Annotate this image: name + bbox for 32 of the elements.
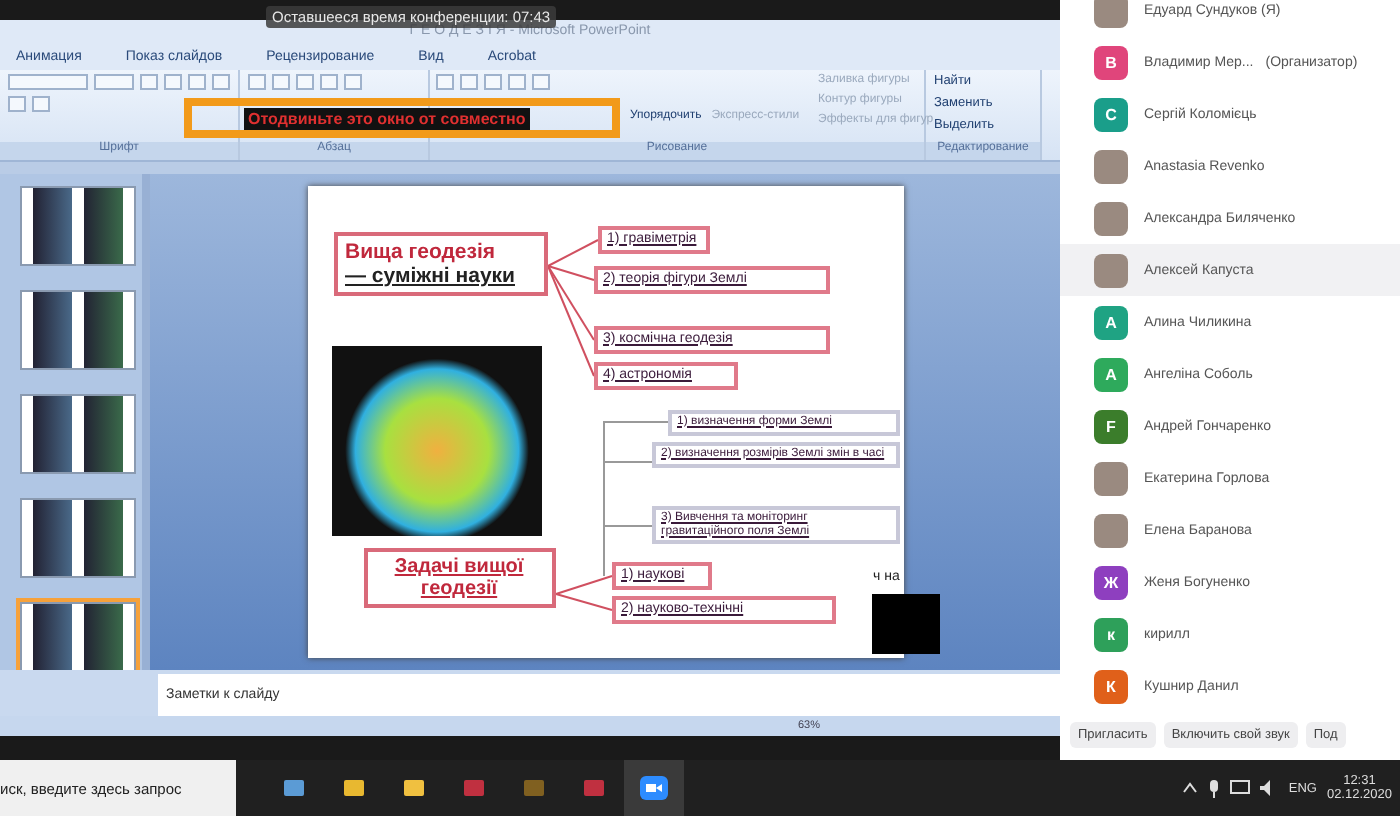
photo-placeholder xyxy=(1094,513,1128,547)
photo-placeholder xyxy=(1094,149,1128,183)
avatar: Ж xyxy=(1094,565,1128,599)
connector-line xyxy=(554,574,612,595)
slide-thumbnail[interactable] xyxy=(16,285,140,374)
avatar: к xyxy=(1094,617,1128,651)
avatar: В xyxy=(1094,45,1128,79)
avatar: К xyxy=(1094,669,1128,703)
slide-subtitle: — суміжні науки xyxy=(345,263,517,288)
photo-placeholder xyxy=(1094,0,1128,27)
photo-placeholder xyxy=(1094,201,1128,235)
avatar: А xyxy=(1094,357,1128,391)
photo-placeholder xyxy=(1094,461,1128,495)
slide-title: Вища геодезія xyxy=(345,239,498,264)
caret-icon[interactable] xyxy=(1182,782,1199,794)
video-camera-icon[interactable] xyxy=(624,760,684,816)
connector-line xyxy=(554,592,612,611)
photo-placeholder xyxy=(1094,253,1128,287)
slide-thumbnail[interactable] xyxy=(16,181,140,270)
microphone-icon[interactable] xyxy=(1208,779,1221,797)
monitor-icon[interactable] xyxy=(1230,780,1251,796)
format-tool-icon[interactable] xyxy=(8,74,88,91)
avatar: F xyxy=(1094,409,1128,443)
share-warning: Отодвиньте это окно от совместно xyxy=(244,107,530,129)
avatar: А xyxy=(1094,305,1128,339)
redacted-block xyxy=(871,593,939,654)
format-tool-icon[interactable] xyxy=(94,74,134,91)
slide-thumbnail[interactable] xyxy=(16,389,140,478)
avatar: С xyxy=(1094,97,1128,131)
slide-thumbnail[interactable] xyxy=(16,493,140,582)
tasks-title: Задачі вищої геодезії xyxy=(363,547,555,608)
slide-thumbnail[interactable] xyxy=(16,597,140,670)
